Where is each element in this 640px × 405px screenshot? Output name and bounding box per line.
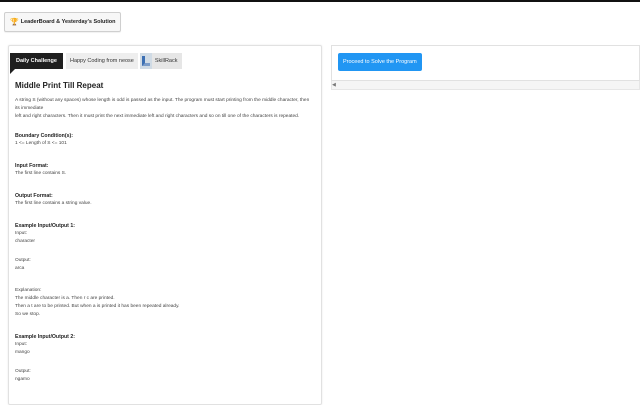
leaderboard-button[interactable]: 🏆 LeaderBoard & Yesterday's Solution xyxy=(4,12,122,32)
problem-desc-line-1: A string S (without any spaces) whose le… xyxy=(15,98,310,111)
example1-output-label: Output: xyxy=(15,258,31,263)
tab-skillrack[interactable]: SkillRack xyxy=(139,53,182,69)
boundary-heading: Boundary Condition(s): xyxy=(15,133,73,139)
example1-input-label: Input: xyxy=(15,231,28,236)
example2-output: ngamo xyxy=(15,377,30,382)
skillrack-logo-icon xyxy=(139,53,152,69)
problem-title: Middle Print Till Repeat xyxy=(15,81,104,90)
example2-input-label: Input: xyxy=(15,342,28,347)
problem-content: Middle Print Till Repeat A string S (wit… xyxy=(15,81,315,384)
example1-input: character xyxy=(15,239,35,244)
explanation-line-2: Then a t are to be printed. But when a i… xyxy=(15,304,180,309)
example2-heading: Example Input/Output 2: xyxy=(15,334,75,340)
tab-bar: Daily Challenge Happy Coding from neose … xyxy=(9,53,182,74)
tab-happy-coding[interactable]: Happy Coding from neose xyxy=(65,53,138,69)
example1-heading: Example Input/Output 1: xyxy=(15,223,75,229)
tab-daily-challenge[interactable]: Daily Challenge xyxy=(10,53,63,74)
problem-panel: Daily Challenge Happy Coding from neose … xyxy=(8,45,322,405)
leaderboard-label: LeaderBoard & Yesterday's Solution xyxy=(20,19,116,25)
top-bar xyxy=(0,0,640,2)
trophy-icon: 🏆 xyxy=(10,18,19,26)
arrow-left-icon[interactable]: ◀ xyxy=(332,81,336,89)
explanation-label: Explanation: xyxy=(15,288,42,293)
editor-panel: Proceed to Solve the Program xyxy=(331,45,640,81)
input-format-heading: Input Format: xyxy=(15,163,49,169)
output-format-text: The first line contains a string value. xyxy=(15,201,92,206)
tab-skillrack-label: SkillRack xyxy=(154,58,178,64)
proceed-to-solve-button[interactable]: Proceed to Solve the Program xyxy=(338,53,422,71)
example2-output-label: Output: xyxy=(15,369,31,374)
editor-scrollbar[interactable]: ◀ xyxy=(331,81,640,90)
example1-output: arca xyxy=(15,266,25,271)
output-format-heading: Output Format: xyxy=(15,193,53,199)
problem-desc-line-2: left and right characters. Then it must … xyxy=(15,114,300,119)
input-format-text: The first line contains S. xyxy=(15,171,67,176)
explanation-line-1: The middle character is a. Then r c are … xyxy=(15,296,115,301)
boundary-text: 1 <= Length of S <= 101 xyxy=(15,141,67,146)
explanation-line-3: So we stop. xyxy=(15,312,41,317)
example2-input: mango xyxy=(15,350,30,355)
